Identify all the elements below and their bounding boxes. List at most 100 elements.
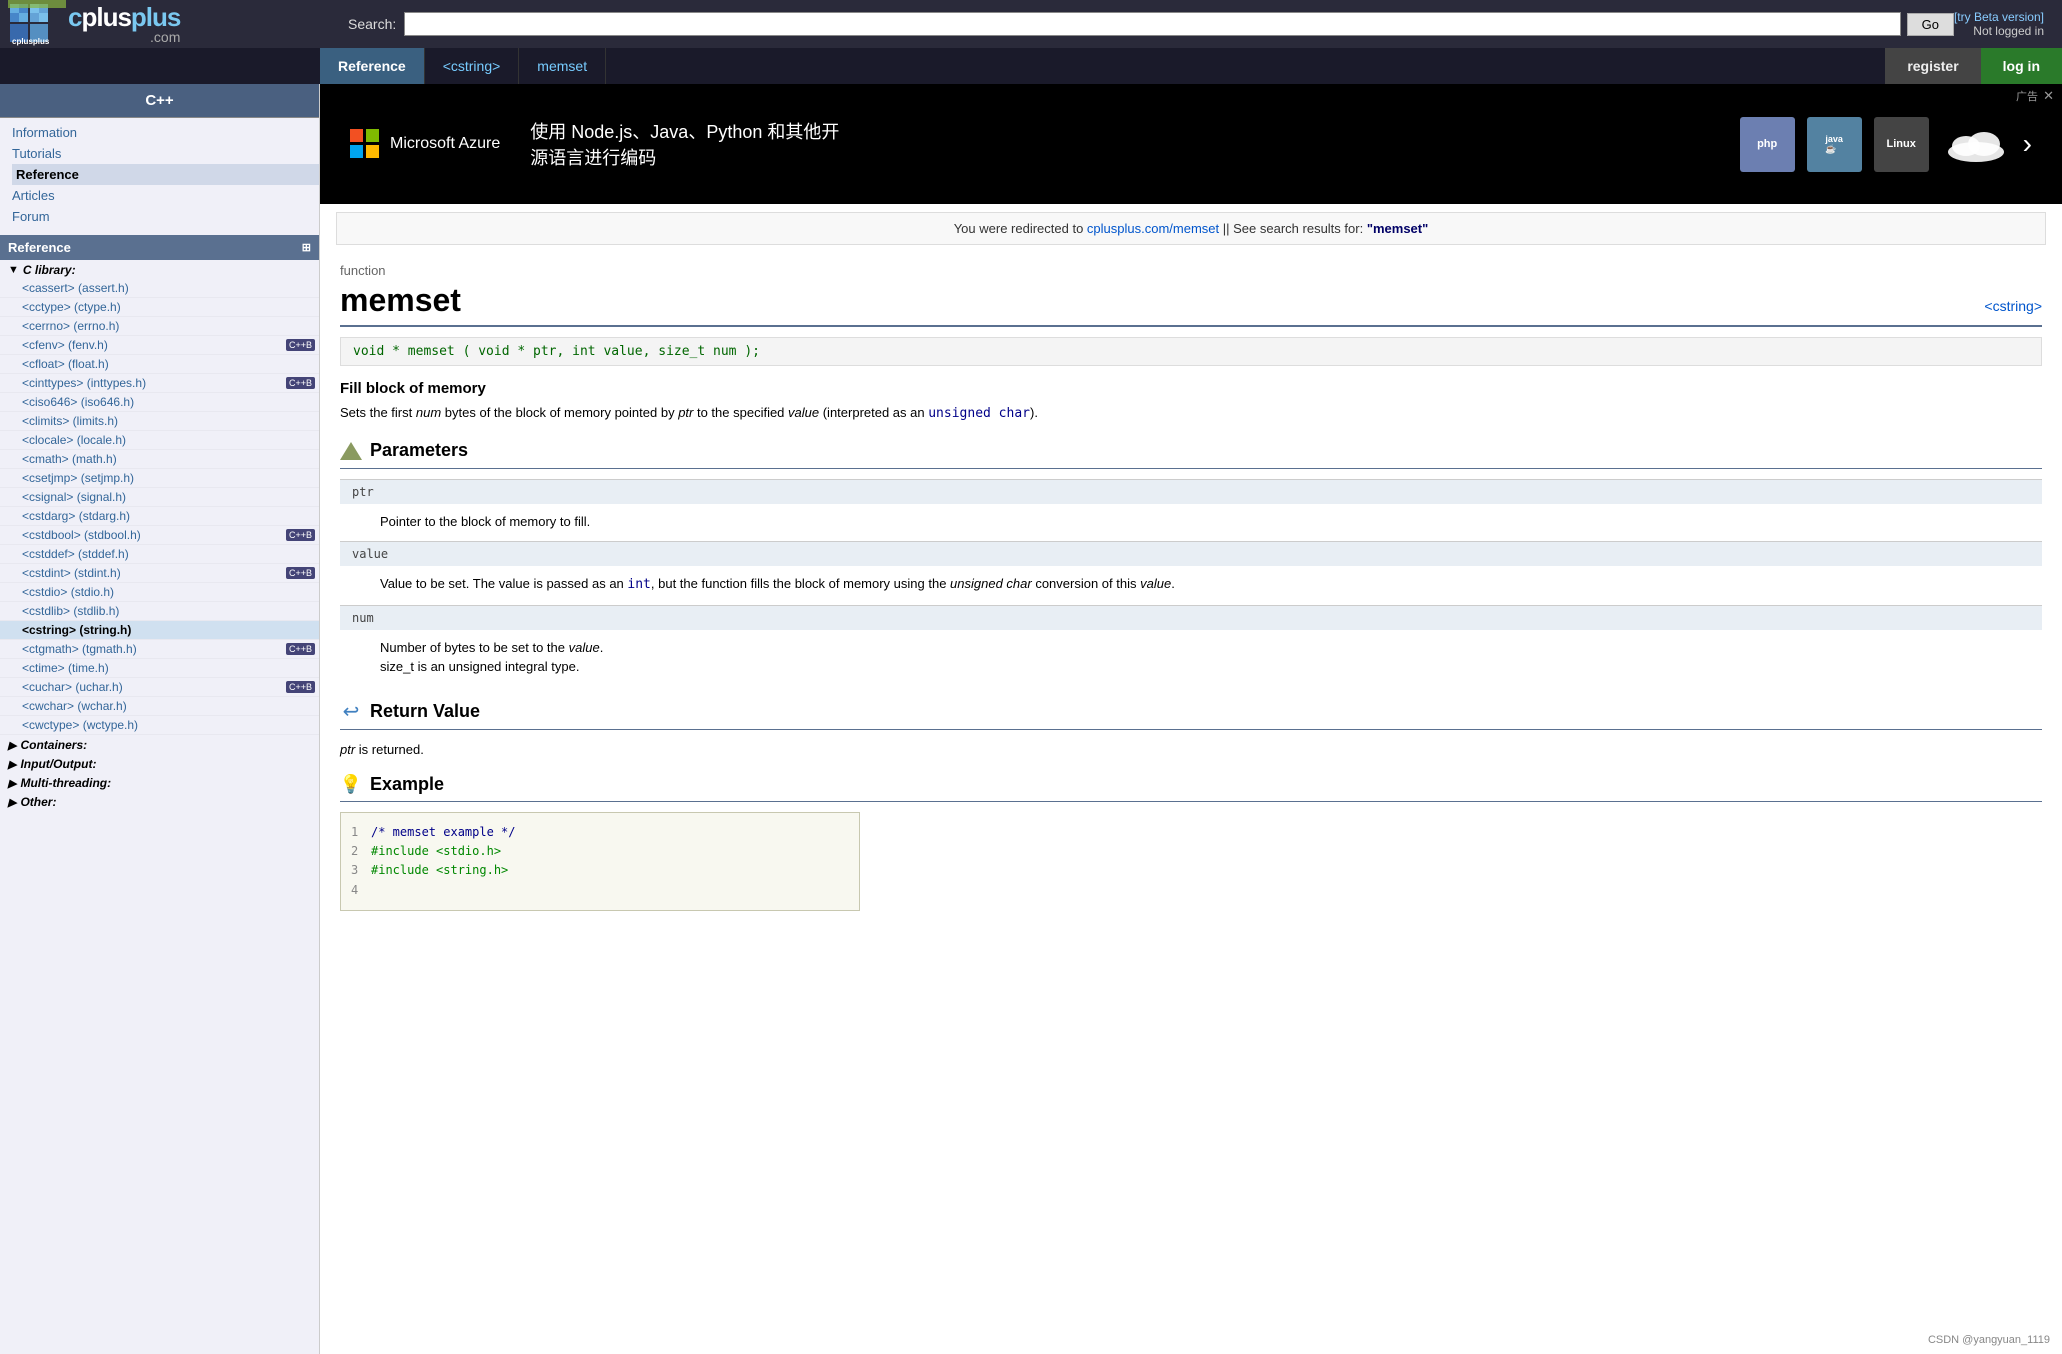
param-ptr-desc: Pointer to the block of memory to fill. — [340, 504, 2042, 542]
sidebar-ref-list: ▼ C library: <cassert> (assert.h) <cctyp… — [0, 260, 319, 811]
sidebar-io-category[interactable]: ▶ Input/Output: — [0, 754, 319, 773]
sidebar-cfenv-link[interactable]: <cfenv> (fenv.h) — [22, 338, 282, 352]
ad-label: 广告 — [2016, 88, 2038, 104]
list-item: <cstdint> (stdint.h) C++B — [0, 564, 319, 583]
sidebar-reference-title: Reference — [8, 240, 71, 255]
logo-text: cplusplus .com — [68, 4, 180, 44]
table-row: Pointer to the block of memory to fill. — [340, 504, 2042, 542]
sidebar-cassert-link[interactable]: <cassert> (assert.h) — [22, 281, 315, 295]
containers-label: Containers: — [20, 738, 87, 752]
nav-tab-memset[interactable]: memset — [519, 48, 606, 84]
sidebar-item-reference[interactable]: Reference — [12, 164, 319, 185]
list-item: <cfenv> (fenv.h) C++B — [0, 336, 319, 355]
nav-bar: Reference <cstring> memset register log … — [0, 48, 2062, 84]
sidebar-cwctype-link[interactable]: <cwctype> (wctype.h) — [22, 718, 315, 732]
sidebar-cerrno-link[interactable]: <cerrno> (errno.h) — [22, 319, 315, 333]
param-num-value-em: value — [569, 640, 600, 655]
code-include: #include <stdio.h> — [371, 842, 501, 861]
login-status: Not logged in — [1954, 24, 2044, 38]
expand-icon: ▼ — [8, 264, 19, 276]
sidebar-other-category[interactable]: ▶ Other: — [0, 792, 319, 811]
return-text2: is returned. — [355, 742, 424, 757]
sidebar-cmath-link[interactable]: <cmath> (math.h) — [22, 452, 315, 466]
sidebar-cstdarg-link[interactable]: <cstdarg> (stdarg.h) — [22, 509, 315, 523]
sidebar-cstring-link[interactable]: <cstring> (string.h) — [22, 623, 315, 637]
arrow-icon: ↩ — [343, 699, 360, 724]
grid-icon[interactable]: ⊞ — [302, 241, 311, 254]
list-item: <cstdarg> (stdarg.h) — [0, 507, 319, 526]
nav-tab-reference[interactable]: Reference — [320, 48, 425, 84]
expand-icon: ▶ — [8, 739, 16, 752]
sidebar-clocale-link[interactable]: <clocale> (locale.h) — [22, 433, 315, 447]
nav-left-spacer — [0, 48, 320, 84]
sidebar-cstdint-link[interactable]: <cstdint> (stdint.h) — [22, 566, 282, 580]
sidebar-cctype-link[interactable]: <cctype> (ctype.h) — [22, 300, 315, 314]
logo-name: cplusplus — [68, 4, 180, 30]
sidebar-threading-category[interactable]: ▶ Multi-threading: — [0, 773, 319, 792]
list-item: <clocale> (locale.h) — [0, 431, 319, 450]
bulb-icon: 💡 — [340, 774, 362, 795]
sidebar-cstddef-link[interactable]: <cstddef> (stddef.h) — [22, 547, 315, 561]
param-int-code: int — [627, 577, 650, 592]
function-title-row: memset <cstring> — [340, 282, 2042, 327]
sidebar-clibrary-category[interactable]: ▼ C library: — [0, 260, 319, 279]
sidebar-cwchar-link[interactable]: <cwchar> (wchar.h) — [22, 699, 315, 713]
sidebar-cstdio-link[interactable]: <cstdio> (stdio.h) — [22, 585, 315, 599]
list-item: <cfloat> (float.h) — [0, 355, 319, 374]
sidebar-ctime-link[interactable]: <ctime> (time.h) — [22, 661, 315, 675]
sidebar-item-forum[interactable]: Forum — [12, 206, 319, 227]
sidebar-cpp-nav: Information Tutorials Reference Articles… — [0, 118, 319, 235]
c11-badge: C++B — [286, 643, 315, 655]
line-number: 3 — [351, 861, 371, 880]
register-button[interactable]: register — [1885, 48, 1980, 84]
login-button[interactable]: log in — [1981, 48, 2062, 84]
try-beta-link[interactable]: [try Beta version] — [1954, 10, 2044, 24]
return-ptr-em: ptr — [340, 742, 355, 757]
sidebar-reference-header[interactable]: Reference ⊞ — [0, 235, 319, 260]
sidebar-csignal-link[interactable]: <csignal> (signal.h) — [22, 490, 315, 504]
redirect-text-before: You were redirected to — [954, 221, 1087, 236]
nav-tab-cstring[interactable]: <cstring> — [425, 48, 520, 84]
sidebar-climits-link[interactable]: <climits> (limits.h) — [22, 414, 315, 428]
search-input[interactable] — [404, 12, 1900, 36]
sidebar-ciso646-link[interactable]: <ciso646> (iso646.h) — [22, 395, 315, 409]
redirect-text-middle: || See search results for: — [1223, 221, 1367, 236]
return-section-header: ↩ Return Value — [340, 701, 2042, 730]
redirect-link[interactable]: cplusplus.com/memset — [1087, 221, 1219, 236]
ad-next-arrow[interactable]: › — [2023, 128, 2032, 160]
sidebar-cinttypes-link[interactable]: <cinttypes> (inttypes.h) — [22, 376, 282, 390]
sidebar-cstdlib-link[interactable]: <cstdlib> (stdlib.h) — [22, 604, 315, 618]
sidebar-item-information[interactable]: Information — [12, 122, 319, 143]
cloud-icon — [1941, 117, 2011, 172]
param-uchar-em: unsigned char — [950, 576, 1032, 591]
ms-green-square — [366, 129, 379, 142]
desc-text-interpreted: (interpreted as an — [819, 405, 928, 420]
parameters-icon — [340, 440, 362, 462]
param-value-name: value — [340, 542, 2042, 567]
sidebar-cuchar-link[interactable]: <cuchar> (uchar.h) — [22, 680, 282, 694]
list-item: <ctgmath> (tgmath.h) C++B — [0, 640, 319, 659]
desc-text-bytes: bytes of the block of memory pointed by — [441, 405, 678, 420]
sidebar-ctgmath-link[interactable]: <ctgmath> (tgmath.h) — [22, 642, 282, 656]
header-right: [try Beta version] Not logged in — [1954, 10, 2054, 38]
sidebar-csetjmp-link[interactable]: <csetjmp> (setjmp.h) — [22, 471, 315, 485]
triangle-icon — [340, 442, 362, 460]
ad-close-button[interactable]: ✕ — [2043, 88, 2054, 104]
list-item: <csetjmp> (setjmp.h) — [0, 469, 319, 488]
sidebar-item-articles[interactable]: Articles — [12, 185, 319, 206]
return-value-text: ptr is returned. — [340, 740, 2042, 760]
search-area: Search: Go — [328, 12, 1954, 36]
c11-badge: C++B — [286, 529, 315, 541]
sidebar-cfloat-link[interactable]: <cfloat> (float.h) — [22, 357, 315, 371]
desc-text-specified: to the specified — [693, 405, 788, 420]
search-label: Search: — [348, 16, 396, 32]
sidebar-item-tutorials[interactable]: Tutorials — [12, 143, 319, 164]
search-button[interactable]: Go — [1907, 13, 1954, 36]
function-header-tag[interactable]: <cstring> — [1984, 298, 2042, 314]
sidebar-cstdbool-link[interactable]: <cstdbool> (stdbool.h) — [22, 528, 282, 542]
parameters-section-header: Parameters — [340, 440, 2042, 469]
sidebar-containers-category[interactable]: ▶ Containers: — [0, 735, 319, 754]
code-line-2: 2 #include <stdio.h> — [351, 842, 849, 861]
ms-yellow-square — [366, 145, 379, 158]
threading-label: Multi-threading: — [20, 776, 111, 790]
